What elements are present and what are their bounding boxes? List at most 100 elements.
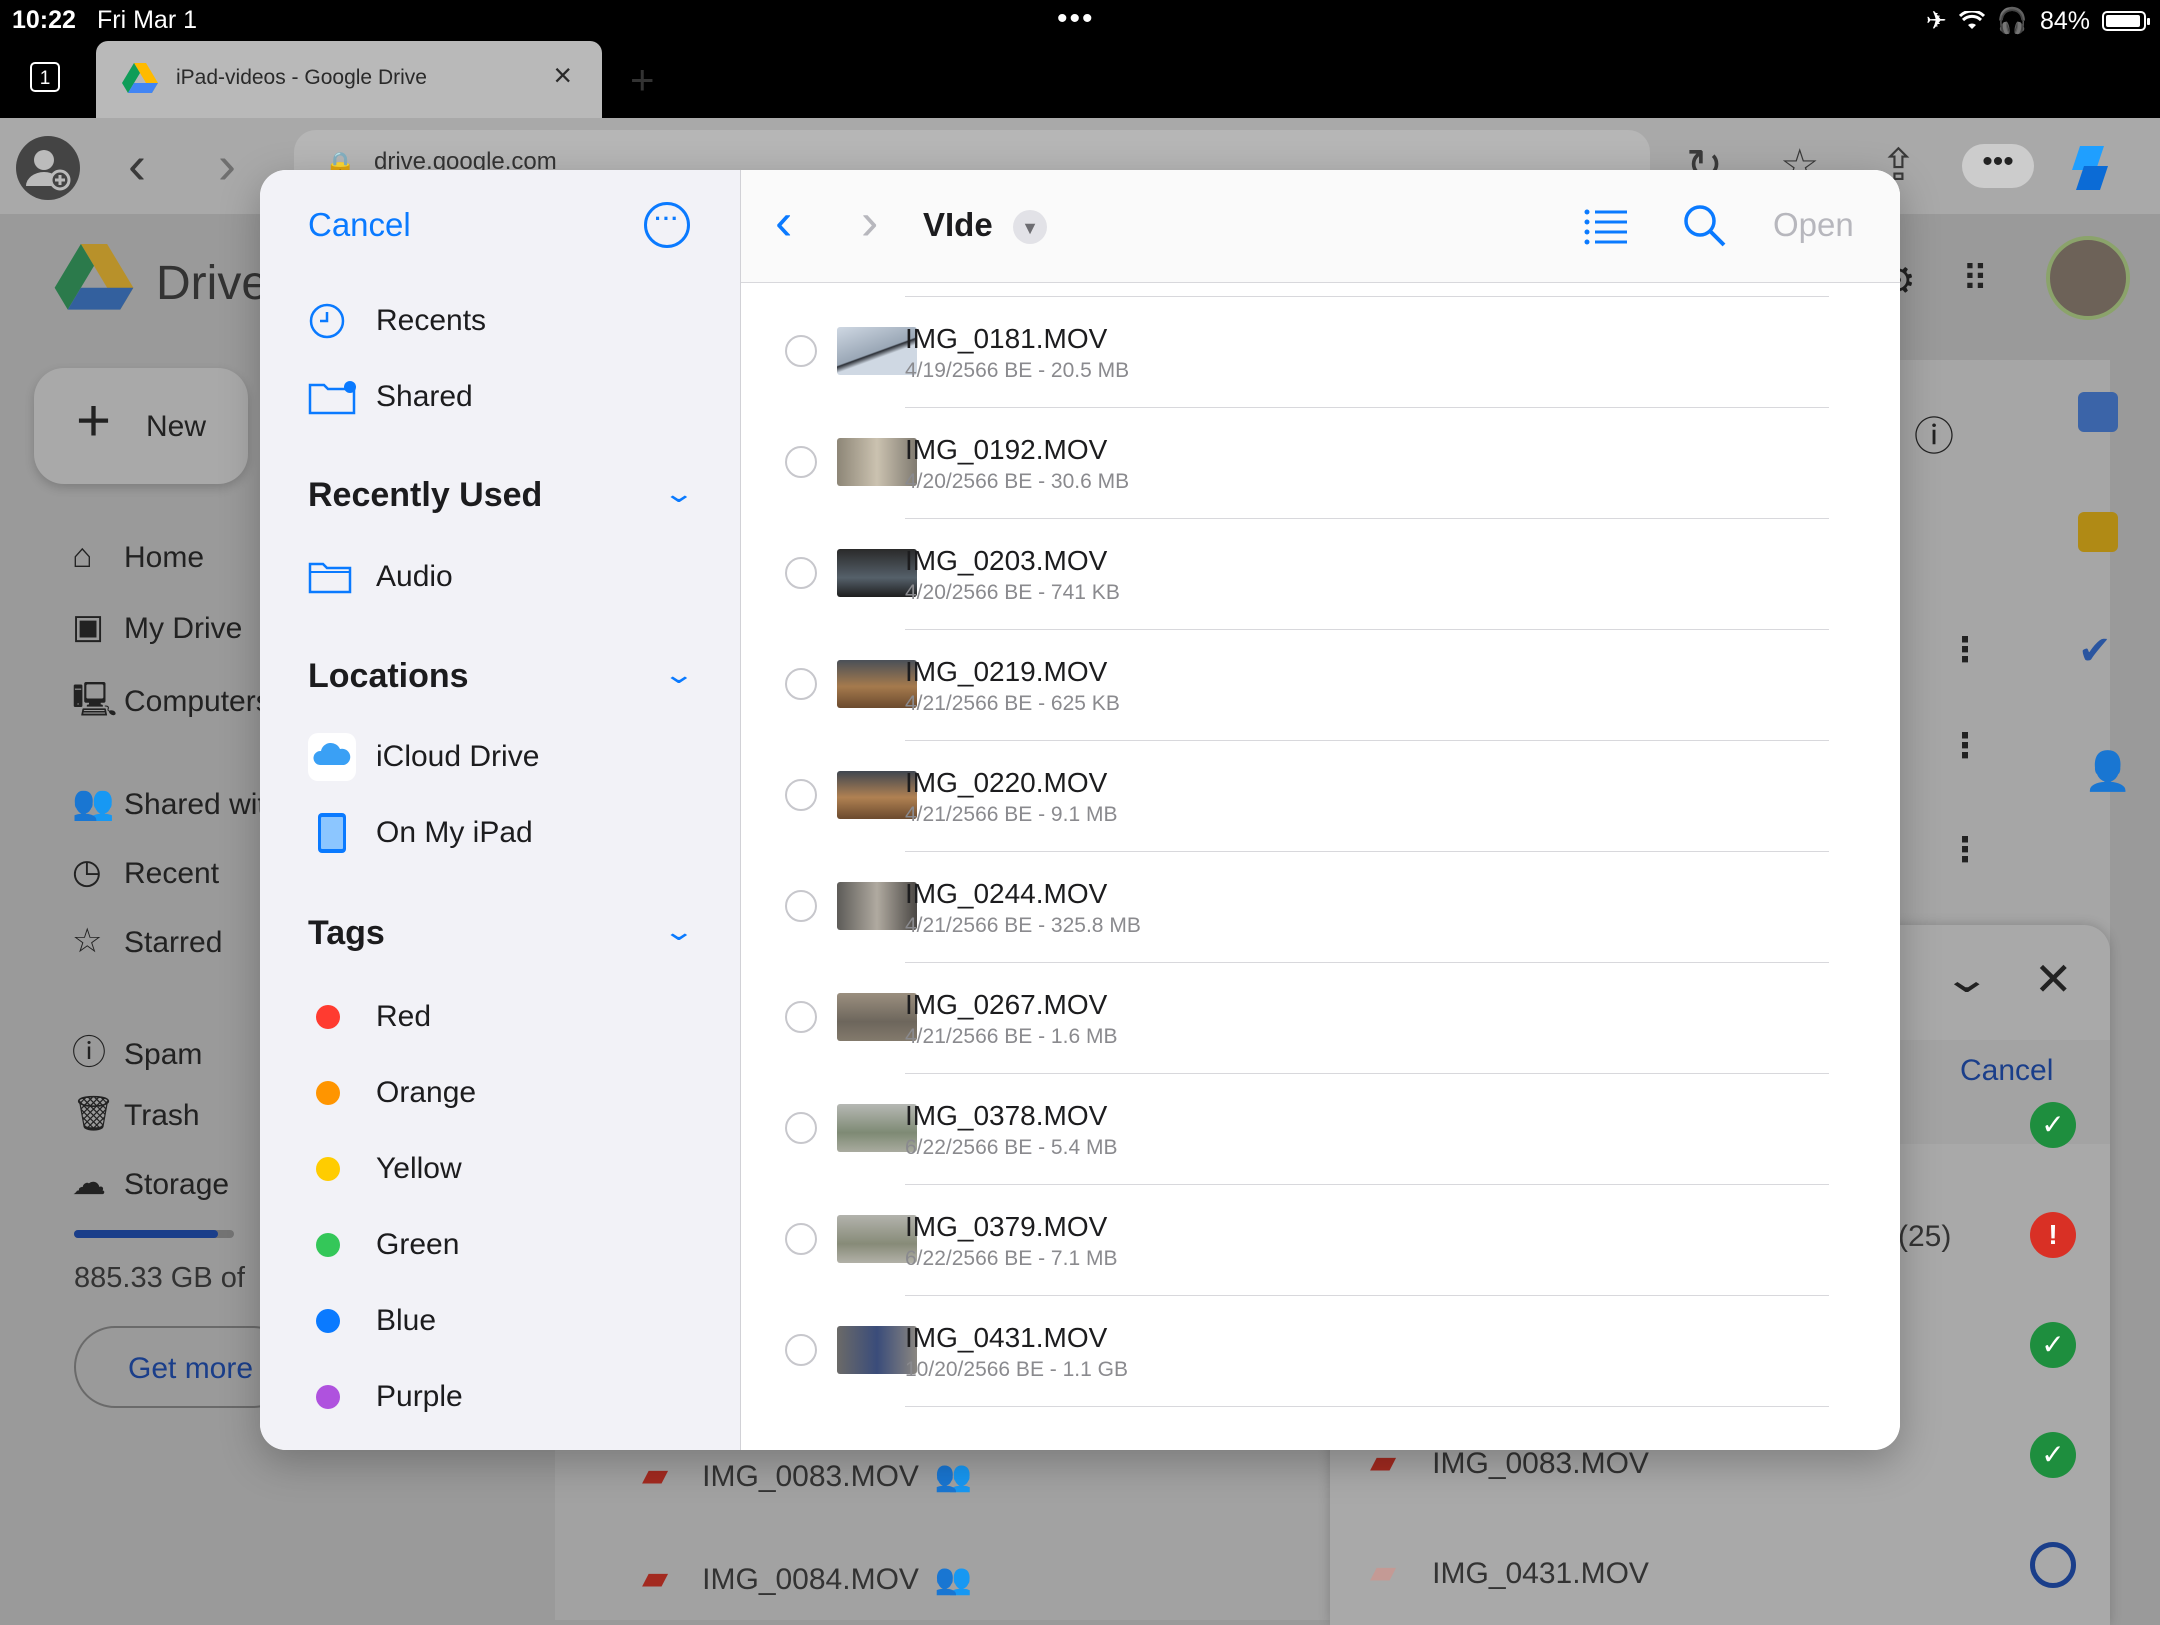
open-button[interactable]: Open — [1773, 206, 1854, 244]
video-file-icon: ▰ — [642, 1559, 669, 1597]
select-radio[interactable] — [785, 335, 817, 367]
search-icon[interactable] — [1681, 202, 1727, 248]
nav-home[interactable]: ⌂ Home — [72, 537, 204, 576]
close-icon[interactable]: ✕ — [2034, 952, 2073, 1006]
sidebar-item-tag-green[interactable]: Green — [308, 1220, 459, 1270]
sidebar-item-recents[interactable]: Recents — [308, 296, 486, 346]
sidebar-item-label: On My iPad — [376, 816, 533, 849]
file-row[interactable]: IMG_0378.MOV 6/22/2566 BE - 5.4 MB — [741, 1074, 1900, 1185]
nav-computers[interactable]: 🖳 Computers — [72, 676, 271, 733]
sidebar-item-label: Audio — [376, 560, 453, 593]
nav-storage[interactable]: ☁ Storage — [72, 1163, 229, 1203]
sidebar-item-tag-blue[interactable]: Blue — [308, 1296, 436, 1346]
sidebar-item-tag-orange[interactable]: Orange — [308, 1068, 476, 1118]
more-vert-icon[interactable]: ⋮ — [1948, 830, 1982, 870]
sidebar-item-shared[interactable]: Shared — [308, 372, 473, 422]
nav-trash[interactable]: 🗑 Trash — [72, 1094, 200, 1134]
select-radio[interactable] — [785, 1001, 817, 1033]
picker-more-icon[interactable]: ··· — [644, 202, 690, 248]
list-item[interactable]: ▰ IMG_0083.MOV 👥 — [642, 1455, 972, 1495]
apps-grid-icon[interactable]: ⠿ — [1962, 258, 1988, 300]
new-button[interactable]: + New — [34, 368, 248, 484]
back-icon[interactable]: ‹ — [775, 192, 792, 252]
file-row[interactable]: IMG_0192.MOV 4/20/2566 BE - 30.6 MB — [741, 408, 1900, 519]
more-vert-icon[interactable]: ⋮ — [1948, 630, 1982, 670]
file-meta: 4/19/2566 BE - 20.5 MB — [905, 359, 1130, 382]
more-options-button[interactable]: ••• — [1962, 144, 2034, 188]
forward-icon[interactable]: › — [861, 192, 878, 252]
list-view-icon[interactable] — [1583, 206, 1629, 246]
nav-spam[interactable]: ⓘ Spam — [72, 1025, 202, 1074]
tag-color-dot-icon — [308, 1005, 376, 1029]
file-row[interactable]: IMG_0379.MOV 6/22/2566 BE - 7.1 MB — [741, 1185, 1900, 1296]
nav-recent[interactable]: ◷ Recent — [72, 852, 219, 892]
tags-heading: Tags — [308, 914, 385, 952]
file-row[interactable]: IMG_0203.MOV 4/20/2566 BE - 741 KB — [741, 519, 1900, 630]
wifi-icon — [1958, 11, 1985, 29]
file-row[interactable]: IMG_0431.MOV 10/20/2566 BE - 1.1 GB — [741, 1296, 1900, 1407]
select-radio[interactable] — [785, 557, 817, 589]
select-radio[interactable] — [785, 668, 817, 700]
battery-icon — [2102, 11, 2150, 31]
file-meta: 10/20/2566 BE - 1.1 GB — [905, 1358, 1128, 1381]
profile-icon[interactable] — [16, 136, 80, 200]
nav-starred[interactable]: ☆ Starred — [72, 921, 222, 961]
picker-header: ‹ › VIde ▼ Open — [741, 170, 1900, 283]
info-icon[interactable]: ⓘ — [1914, 404, 1954, 462]
sidebar-item-label: Blue — [376, 1304, 437, 1337]
calendar-icon[interactable] — [2078, 392, 2118, 432]
sidebar-item-on-my-ipad[interactable]: On My iPad — [308, 808, 533, 858]
nav-label: Spam — [124, 1038, 203, 1071]
tasks-icon[interactable]: ✔ — [2078, 628, 2112, 674]
tab-overview-button[interactable]: 1 — [30, 62, 60, 92]
tab-close-icon[interactable]: × — [553, 57, 572, 94]
collapse-chevron-icon[interactable]: ⌄ — [1942, 956, 1992, 1002]
file-row[interactable]: IMG_0181.MOV 4/19/2566 BE - 20.5 MB — [741, 297, 1900, 408]
file-row[interactable]: IMG_0267.MOV 4/21/2566 BE - 1.6 MB — [741, 963, 1900, 1074]
status-icons: ✈ 🎧 84% — [1926, 6, 2150, 36]
tags-chevron-icon[interactable]: ⌄ — [663, 916, 696, 947]
upload-cancel-link[interactable]: Cancel — [1960, 1054, 2053, 1088]
picker-cancel-button[interactable]: Cancel — [308, 206, 411, 244]
browser-back-icon[interactable]: ‹ — [128, 134, 146, 196]
file-meta: 6/22/2566 BE - 7.1 MB — [905, 1247, 1118, 1270]
sidebar-item-tag-yellow[interactable]: Yellow — [308, 1144, 462, 1194]
file-row[interactable]: IMG_0220.MOV 4/21/2566 BE - 9.1 MB — [741, 741, 1900, 852]
copilot-icon[interactable] — [2060, 140, 2120, 196]
sidebar-item-icloud-drive[interactable]: iCloud Drive — [308, 732, 539, 782]
locations-chevron-icon[interactable]: ⌄ — [663, 659, 696, 690]
select-radio[interactable] — [785, 1223, 817, 1255]
tag-color-dot-icon — [308, 1081, 376, 1105]
row-divider — [905, 1406, 1829, 1407]
new-tab-icon[interactable]: + — [630, 56, 655, 104]
storage-text: 885.33 GB of — [74, 1262, 245, 1294]
browser-tab[interactable]: iPad-videos - Google Drive × — [96, 41, 602, 118]
file-name: IMG_0083.MOV — [702, 1460, 919, 1493]
list-item[interactable]: ▰ IMG_0084.MOV 👥 — [642, 1558, 972, 1598]
more-vert-icon[interactable]: ⋮ — [1948, 726, 1982, 766]
star-icon: ☆ — [72, 922, 103, 960]
account-avatar[interactable] — [2046, 236, 2130, 320]
nav-my-drive[interactable]: ▣ My Drive — [72, 607, 242, 647]
select-radio[interactable] — [785, 1334, 817, 1366]
browser-forward-icon[interactable]: › — [218, 134, 236, 196]
sidebar-item-tag-purple[interactable]: Purple — [308, 1372, 463, 1422]
sidebar-item-label: Yellow — [376, 1152, 462, 1185]
select-radio[interactable] — [785, 1112, 817, 1144]
folder-menu-chevron-icon[interactable]: ▼ — [1013, 210, 1047, 244]
sidebar-item-audio[interactable]: Audio — [308, 552, 453, 602]
multitasking-dots-icon[interactable]: ••• — [1057, 2, 1095, 36]
select-radio[interactable] — [785, 446, 817, 478]
trash-icon: 🗑 — [72, 1095, 116, 1133]
recently-used-chevron-icon[interactable]: ⌄ — [663, 478, 696, 509]
select-radio[interactable] — [785, 779, 817, 811]
file-row[interactable]: IMG_0244.MOV 4/21/2566 BE - 325.8 MB — [741, 852, 1900, 963]
folder-title[interactable]: VIde — [923, 206, 993, 244]
select-radio[interactable] — [785, 890, 817, 922]
status-bar: 10:22 Fri Mar 1 ••• ✈ 🎧 84% — [0, 0, 2160, 40]
file-row[interactable]: IMG_0219.MOV 4/21/2566 BE - 625 KB — [741, 630, 1900, 741]
contacts-icon[interactable]: 👤 — [2084, 750, 2131, 794]
sidebar-item-tag-red[interactable]: Red — [308, 992, 431, 1042]
keep-icon[interactable] — [2078, 512, 2118, 552]
nav-label: Recent — [124, 857, 220, 890]
